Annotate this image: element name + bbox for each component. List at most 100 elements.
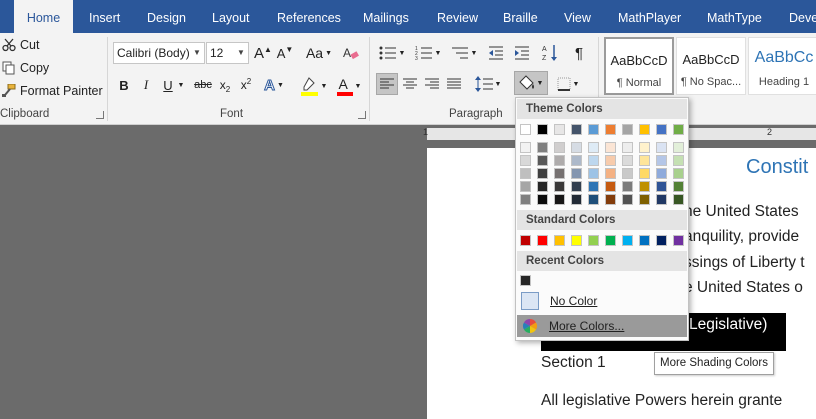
tab-mailings[interactable]: Mailings bbox=[363, 0, 409, 33]
theme-shade-swatch[interactable] bbox=[588, 181, 599, 192]
theme-shade-swatch[interactable] bbox=[605, 155, 616, 166]
tab-mathplayer[interactable]: MathPlayer bbox=[618, 0, 681, 33]
tab-view[interactable]: View bbox=[564, 0, 591, 33]
italic-button[interactable]: I bbox=[138, 75, 154, 95]
theme-shade-swatch[interactable] bbox=[639, 181, 650, 192]
bold-button[interactable]: B bbox=[116, 75, 132, 95]
theme-shade-swatch[interactable] bbox=[656, 155, 667, 166]
font-name-combo[interactable]: Calibri (Body) ▼ bbox=[113, 42, 205, 64]
theme-shade-swatch[interactable] bbox=[537, 155, 548, 166]
theme-shade-swatch[interactable] bbox=[571, 168, 582, 179]
theme-color-swatch[interactable] bbox=[588, 124, 599, 135]
theme-shade-swatch[interactable] bbox=[554, 155, 565, 166]
font-color-button[interactable]: A ▼ bbox=[335, 75, 363, 97]
theme-shade-swatch[interactable] bbox=[520, 194, 531, 205]
theme-shade-swatch[interactable] bbox=[520, 142, 531, 153]
theme-shade-swatch[interactable] bbox=[673, 155, 684, 166]
theme-shade-swatch[interactable] bbox=[639, 155, 650, 166]
recent-color-swatch[interactable] bbox=[520, 275, 531, 286]
no-color-option[interactable]: No Color bbox=[517, 290, 687, 312]
style-no-spacing[interactable]: AaBbCcD ¶ No Spac... bbox=[676, 37, 746, 95]
theme-shade-swatch[interactable] bbox=[520, 168, 531, 179]
theme-shade-swatch[interactable] bbox=[588, 142, 599, 153]
text-effects-button[interactable]: A ▼ bbox=[262, 75, 286, 95]
theme-shade-swatch[interactable] bbox=[622, 155, 633, 166]
theme-shade-swatch[interactable] bbox=[588, 168, 599, 179]
highlight-color-button[interactable]: ▼ bbox=[298, 75, 328, 97]
theme-shade-swatch[interactable] bbox=[639, 142, 650, 153]
underline-dropdown[interactable]: ▼ bbox=[177, 75, 185, 95]
theme-color-swatch[interactable] bbox=[639, 124, 650, 135]
standard-color-swatch[interactable] bbox=[656, 235, 667, 246]
style-normal[interactable]: AaBbCcD ¶ Normal bbox=[604, 37, 674, 95]
standard-color-swatch[interactable] bbox=[571, 235, 582, 246]
standard-color-swatch[interactable] bbox=[605, 235, 616, 246]
theme-shade-swatch[interactable] bbox=[520, 155, 531, 166]
theme-shade-swatch[interactable] bbox=[537, 142, 548, 153]
copy-button[interactable]: Copy bbox=[2, 59, 49, 77]
font-dialog-launcher[interactable] bbox=[358, 111, 366, 119]
more-colors-option[interactable]: More Colors... bbox=[517, 315, 687, 337]
theme-shade-swatch[interactable] bbox=[639, 168, 650, 179]
theme-shade-swatch[interactable] bbox=[554, 194, 565, 205]
theme-shade-swatch[interactable] bbox=[639, 194, 650, 205]
theme-shade-swatch[interactable] bbox=[554, 142, 565, 153]
tab-review[interactable]: Review bbox=[437, 0, 478, 33]
underline-button[interactable]: U bbox=[160, 75, 176, 95]
align-right-button[interactable] bbox=[421, 73, 443, 95]
theme-shade-swatch[interactable] bbox=[571, 155, 582, 166]
theme-shade-swatch[interactable] bbox=[605, 181, 616, 192]
theme-shade-swatch[interactable] bbox=[622, 194, 633, 205]
theme-shade-swatch[interactable] bbox=[571, 194, 582, 205]
superscript-button[interactable]: x2 bbox=[238, 75, 254, 95]
theme-shade-swatch[interactable] bbox=[571, 181, 582, 192]
theme-shade-swatch[interactable] bbox=[673, 181, 684, 192]
theme-shade-swatch[interactable] bbox=[656, 181, 667, 192]
tab-layout[interactable]: Layout bbox=[212, 0, 250, 33]
borders-button[interactable]: ▼ bbox=[552, 73, 584, 95]
tab-references[interactable]: References bbox=[277, 0, 341, 33]
style-heading-1[interactable]: AaBbCc Heading 1 bbox=[748, 37, 816, 95]
show-marks-button[interactable]: ¶ bbox=[570, 43, 588, 63]
tab-design[interactable]: Design bbox=[147, 0, 186, 33]
numbering-button[interactable]: 123 ▼ bbox=[412, 43, 444, 63]
theme-shade-swatch[interactable] bbox=[673, 142, 684, 153]
theme-shade-swatch[interactable] bbox=[588, 155, 599, 166]
shrink-font-button[interactable]: A ▼ bbox=[277, 43, 294, 63]
grow-font-button[interactable]: A ▲ bbox=[254, 43, 272, 63]
theme-color-swatch[interactable] bbox=[554, 124, 565, 135]
theme-color-swatch[interactable] bbox=[537, 124, 548, 135]
standard-color-swatch[interactable] bbox=[639, 235, 650, 246]
shading-button[interactable]: ▼ bbox=[514, 71, 548, 95]
theme-color-swatch[interactable] bbox=[656, 124, 667, 135]
standard-color-swatch[interactable] bbox=[537, 235, 548, 246]
theme-shade-swatch[interactable] bbox=[554, 168, 565, 179]
standard-color-swatch[interactable] bbox=[673, 235, 684, 246]
theme-color-swatch[interactable] bbox=[571, 124, 582, 135]
standard-color-swatch[interactable] bbox=[554, 235, 565, 246]
theme-shade-swatch[interactable] bbox=[537, 168, 548, 179]
bullets-button[interactable]: ▼ bbox=[376, 43, 408, 63]
tab-developer[interactable]: Deve bbox=[789, 0, 816, 33]
theme-shade-swatch[interactable] bbox=[537, 194, 548, 205]
font-size-combo[interactable]: 12 ▼ bbox=[206, 42, 249, 64]
multilevel-list-button[interactable]: ▼ bbox=[448, 43, 480, 63]
theme-shade-swatch[interactable] bbox=[520, 181, 531, 192]
clear-formatting-button[interactable]: A bbox=[342, 43, 360, 63]
decrease-indent-button[interactable] bbox=[486, 43, 506, 63]
theme-shade-swatch[interactable] bbox=[571, 142, 582, 153]
tab-braille[interactable]: Braille bbox=[503, 0, 538, 33]
theme-shade-swatch[interactable] bbox=[622, 142, 633, 153]
standard-color-swatch[interactable] bbox=[520, 235, 531, 246]
theme-shade-swatch[interactable] bbox=[673, 194, 684, 205]
strikethrough-button[interactable]: abc bbox=[193, 75, 213, 95]
tab-insert[interactable]: Insert bbox=[89, 0, 120, 33]
theme-shade-swatch[interactable] bbox=[656, 194, 667, 205]
theme-color-swatch[interactable] bbox=[622, 124, 633, 135]
theme-color-swatch[interactable] bbox=[605, 124, 616, 135]
theme-shade-swatch[interactable] bbox=[656, 168, 667, 179]
theme-shade-swatch[interactable] bbox=[605, 168, 616, 179]
theme-shade-swatch[interactable] bbox=[605, 194, 616, 205]
standard-color-swatch[interactable] bbox=[622, 235, 633, 246]
theme-color-swatch[interactable] bbox=[673, 124, 684, 135]
